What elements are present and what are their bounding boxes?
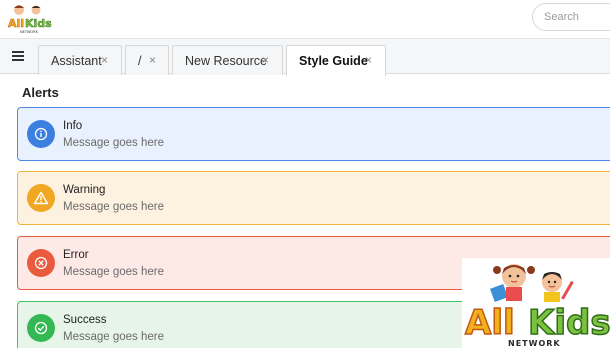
alert-title: Error <box>63 249 89 261</box>
allkids-logo[interactable]: All Kids NETWORK <box>6 3 54 35</box>
top-bar: All Kids NETWORK Search <box>0 0 610 38</box>
tab-new-resource[interactable]: New Resource × <box>172 45 283 75</box>
alert-message: Message goes here <box>63 266 165 278</box>
svg-text:All: All <box>8 17 24 30</box>
tab-label: Assistant <box>51 54 102 68</box>
allkids-watermark-logo: All Kids NETWORK <box>462 258 610 348</box>
svg-text:Kids: Kids <box>25 17 52 30</box>
tab-label: / <box>138 54 142 68</box>
alert-message: Message goes here <box>63 331 165 343</box>
alert-info: Info Message goes here <box>17 107 610 161</box>
close-icon[interactable]: × <box>365 53 372 67</box>
tab-assistant[interactable]: Assistant × <box>38 45 122 75</box>
warning-icon <box>27 184 55 212</box>
tab-bar: Assistant × / × New Resource × Style Gui… <box>0 38 610 76</box>
success-icon <box>27 314 55 342</box>
close-icon[interactable]: × <box>101 53 108 67</box>
alert-message: Message goes here <box>63 137 165 149</box>
alert-message: Message goes here <box>63 201 165 213</box>
alert-title: Info <box>63 120 83 132</box>
section-title: Alerts <box>22 85 59 100</box>
tab-label: New Resource <box>185 54 267 68</box>
search-placeholder: Search <box>544 11 579 23</box>
alert-warning: Warning Message goes here <box>17 171 610 225</box>
svg-text:All: All <box>465 303 515 343</box>
alert-title: Success <box>63 314 107 326</box>
svg-text:NETWORK: NETWORK <box>508 339 561 348</box>
error-icon <box>27 249 55 277</box>
tab-style-guide[interactable]: Style Guide × <box>286 45 386 76</box>
alert-title: Warning <box>63 184 106 196</box>
close-icon[interactable]: × <box>149 53 156 67</box>
close-icon[interactable]: × <box>262 53 269 67</box>
search-input[interactable]: Search <box>532 3 610 31</box>
tab-root[interactable]: / × <box>125 45 169 75</box>
tab-label: Style Guide <box>299 54 368 68</box>
menu-icon[interactable] <box>10 51 28 63</box>
svg-text:Kids: Kids <box>528 303 610 343</box>
info-icon <box>27 120 55 148</box>
svg-text:NETWORK: NETWORK <box>20 30 39 34</box>
